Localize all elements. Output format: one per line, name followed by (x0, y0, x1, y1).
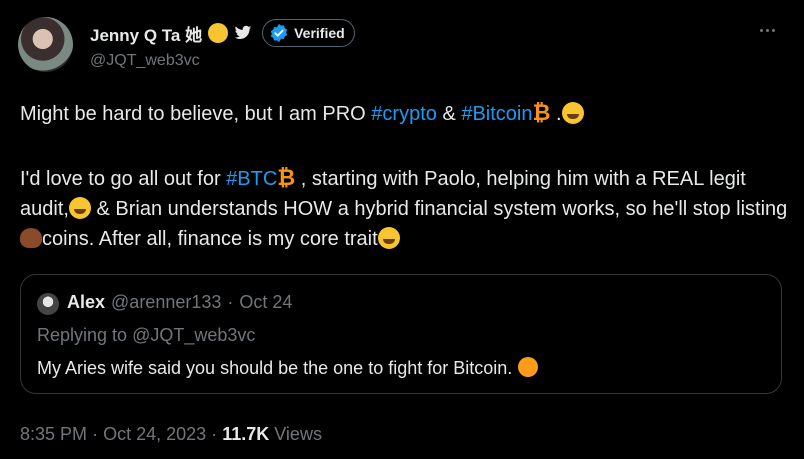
replying-handle[interactable]: @JQT_web3vc (132, 325, 255, 345)
tweet-text: Might be hard to believe, but I am PRO #… (20, 98, 790, 254)
author-handle[interactable]: @JQT_web3vc (90, 52, 200, 70)
verified-label: Verified (294, 25, 345, 41)
quote-text-body: My Aries wife said you should be the one… (37, 358, 513, 378)
bitcoin-emoji: ₿ (277, 165, 296, 190)
tweet-text-segment: coins. After all, finance is my core tra… (42, 228, 378, 250)
meta-separator: · (92, 424, 99, 444)
quoted-tweet-card[interactable]: Alex @arenner133 · Oct 24 Replying to @J… (20, 274, 782, 394)
orange-circle-emoji (518, 357, 539, 377)
tweet-time[interactable]: 8:35 PM (20, 424, 87, 444)
quote-date[interactable]: Oct 24 (239, 292, 292, 313)
views-count[interactable]: 11.7K (222, 424, 269, 444)
replying-prefix: Replying to (37, 325, 133, 345)
verified-badge-icon (270, 23, 288, 43)
author-avatar[interactable] (18, 17, 73, 72)
bitcoin-emoji: ₿ (532, 100, 551, 125)
author-display-name[interactable]: Jenny Q Ta 她 (90, 21, 202, 46)
more-icon[interactable] (760, 22, 782, 38)
poop-emoji (20, 228, 42, 248)
bird-icon (234, 25, 252, 39)
views-label: Views (274, 424, 322, 444)
tweet-date[interactable]: Oct 24, 2023 (103, 424, 206, 444)
quote-separator: · (227, 292, 234, 312)
smile-emoji (561, 102, 584, 124)
wink-emoji (68, 197, 91, 219)
tweet-text-segment: Might be hard to believe, but I am PRO (20, 103, 372, 125)
tweet-paragraph-2: I'd love to go all out for #BTC₿ , start… (20, 163, 790, 254)
wink-emoji (377, 227, 400, 249)
face-emoji-icon (208, 23, 229, 43)
tweet-meta: 8:35 PM · Oct 24, 2023 · 11.7K Views (20, 424, 322, 445)
tweet-paragraph-1: Might be hard to believe, but I am PRO #… (20, 98, 790, 129)
tweet-text-segment: & (436, 103, 462, 125)
meta-separator: · (211, 424, 218, 444)
hashtag-crypto[interactable]: #crypto (371, 103, 437, 125)
quote-author-avatar[interactable] (37, 293, 59, 315)
tweet-text-segment: . (550, 103, 562, 125)
tweet-text-segment: I'd love to go all out for (20, 168, 227, 190)
verified-pill[interactable]: Verified (262, 19, 355, 47)
author-name-row: Jenny Q Ta 她 Verified (90, 19, 355, 47)
tweet-text-segment: & Brian understands HOW a hybrid financi… (90, 198, 788, 220)
quote-author-name[interactable]: Alex (67, 292, 105, 313)
quote-replying-to: Replying to @JQT_web3vc (37, 325, 255, 346)
hashtag-btc[interactable]: #BTC (226, 168, 277, 190)
quote-author-handle[interactable]: @arenner133 (111, 292, 221, 313)
quote-header: Alex @arenner133 · Oct 24 (67, 292, 292, 313)
hashtag-bitcoin[interactable]: #Bitcoin (461, 103, 532, 125)
quote-text: My Aries wife said you should be the one… (37, 357, 539, 379)
